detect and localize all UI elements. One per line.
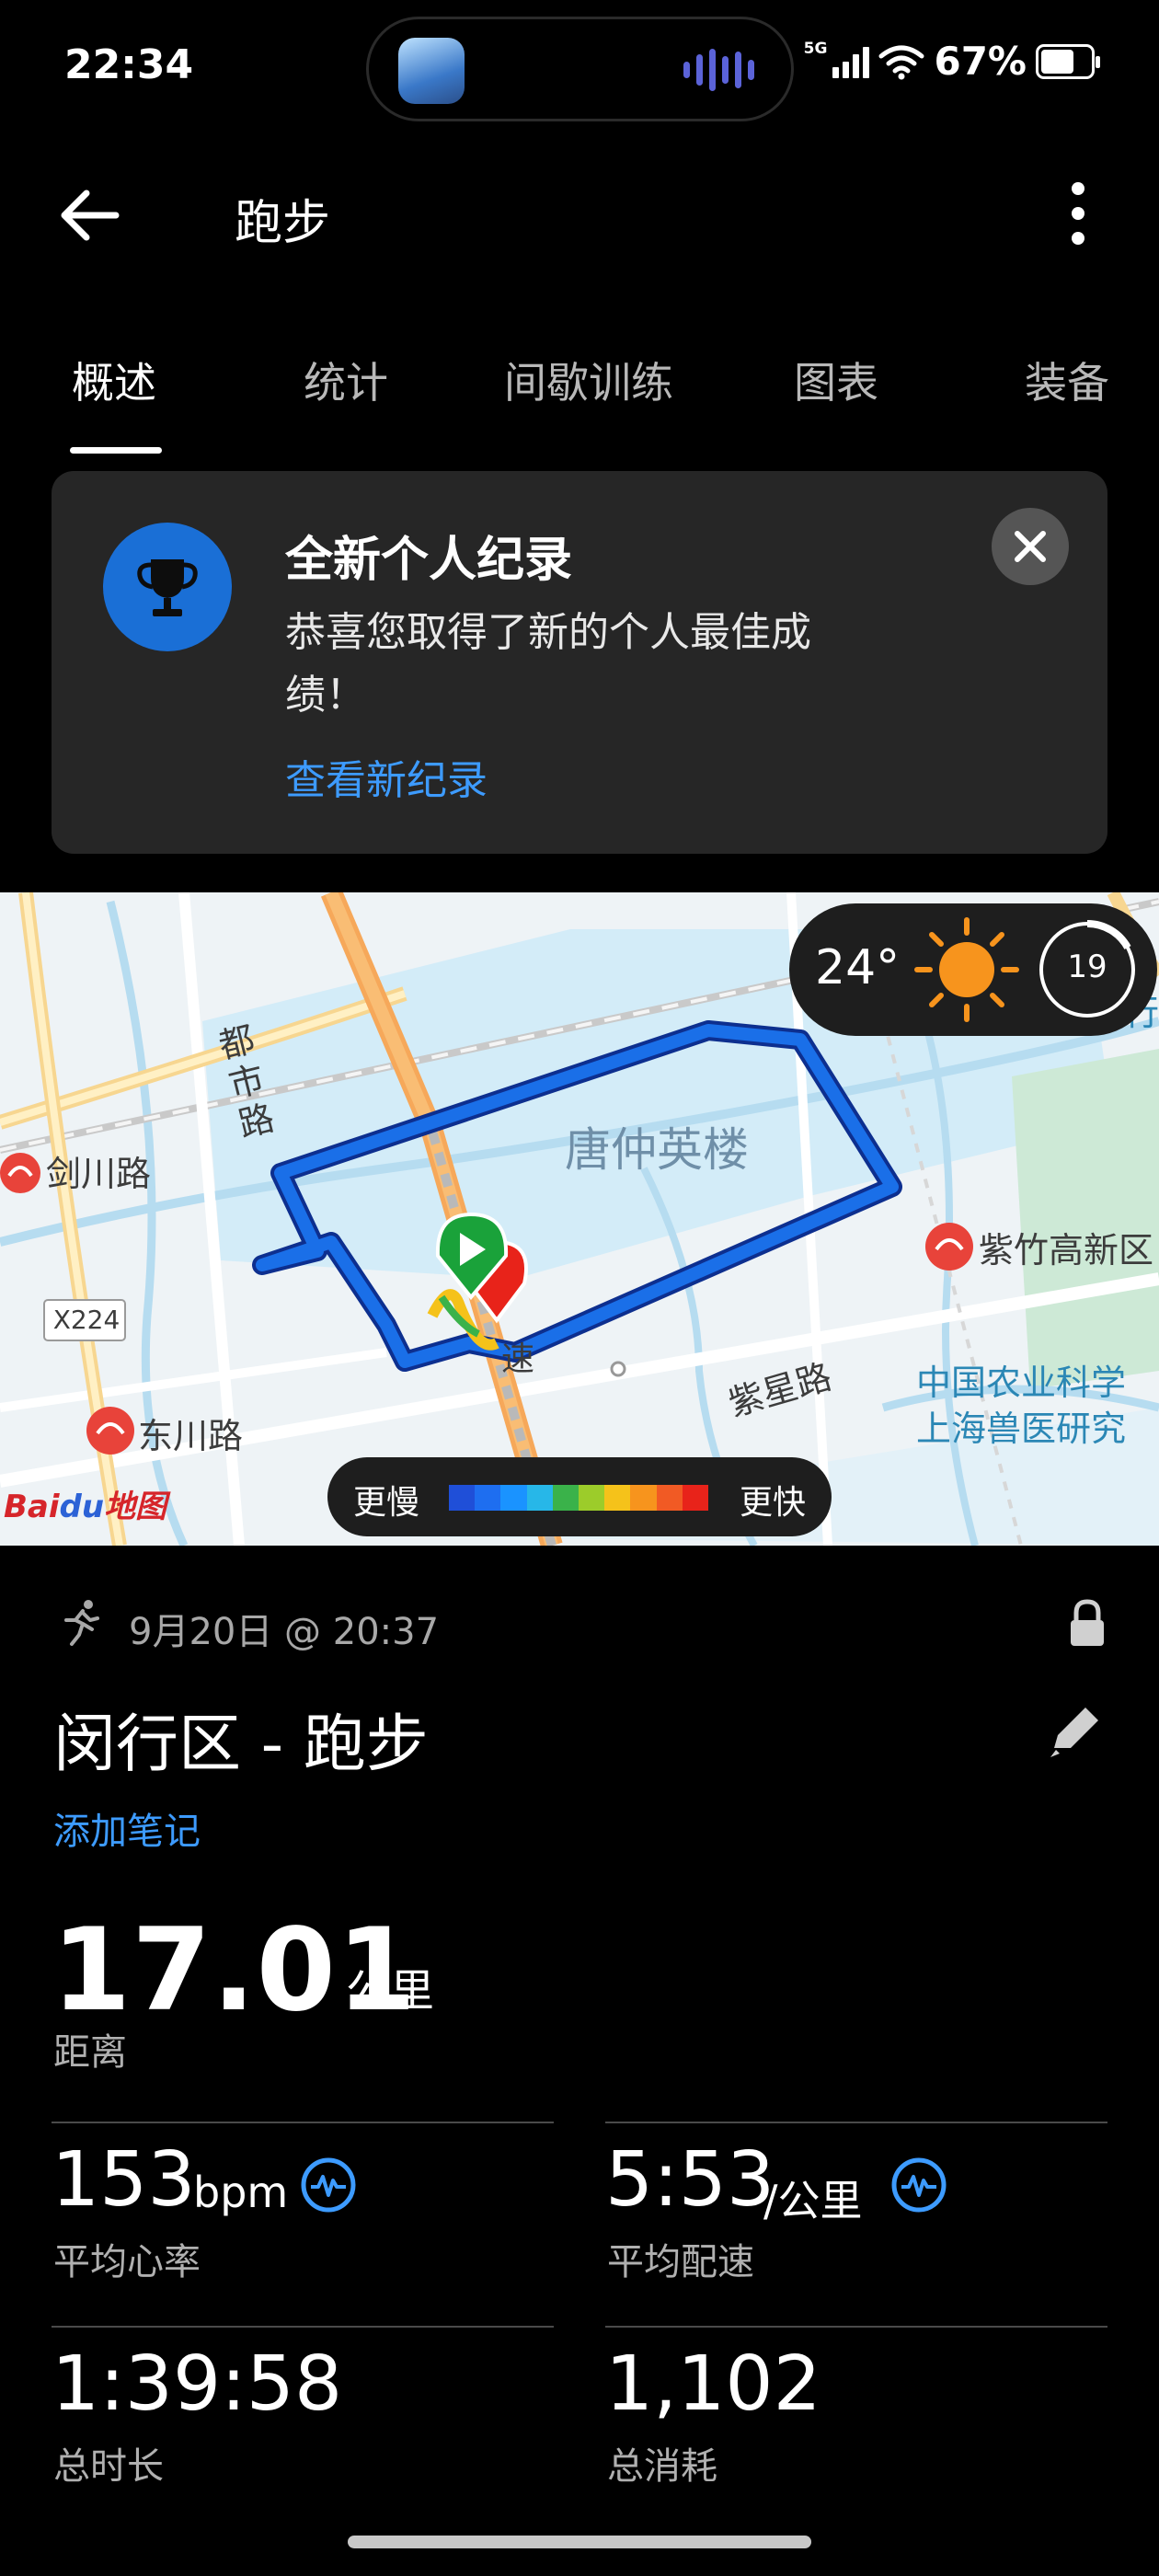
pace-color-scale (449, 1485, 709, 1511)
map-label-x224: X224 (52, 1305, 120, 1335)
avg-heart-rate-label: 平均心率 (53, 2241, 201, 2283)
edit-pencil-icon[interactable] (1041, 1700, 1106, 1765)
pace-chart-icon[interactable] (890, 2156, 947, 2214)
page-title: 跑步 (235, 196, 331, 251)
divider (52, 2122, 554, 2123)
status-indicators: 5G 67% (803, 39, 1100, 84)
tab-intervals[interactable]: 间歇训练 (504, 350, 673, 410)
uv-index-value: 19 (1067, 949, 1107, 985)
activity-title: 闵行区 - 跑步 (53, 1708, 429, 1781)
divider (605, 2122, 1107, 2123)
pace-color-swatch (656, 1485, 683, 1511)
map-label-caas-1: 中国农业科学 (916, 1363, 1127, 1403)
pace-color-swatch (449, 1485, 476, 1511)
map-label-expressway: 速 (501, 1340, 535, 1378)
personal-record-card: 全新个人纪录 恭喜您取得了新的个人最佳成绩！ 查看新纪录 (52, 471, 1107, 854)
back-arrow-icon[interactable] (55, 178, 129, 252)
lock-icon[interactable] (1061, 1596, 1113, 1651)
divider (605, 2326, 1107, 2328)
map-label-dongchuan-road: 东川路 (138, 1416, 244, 1456)
status-bar: 22:34 5G 67% (0, 0, 1159, 138)
pace-color-swatch (500, 1485, 527, 1511)
audio-wave-icon (683, 47, 754, 93)
activity-meta: 9月20日 @ 20:37 (55, 1596, 1113, 1653)
avg-pace-unit: /公里 (763, 2176, 863, 2225)
total-duration-value: 1:39:58 (52, 2340, 343, 2428)
avg-heart-rate-unit: bpm (193, 2168, 289, 2217)
tab-gear[interactable]: 装备 (1025, 350, 1109, 410)
status-time: 22:34 (64, 41, 194, 88)
total-calories-label: 总消耗 (607, 2445, 717, 2488)
dynamic-island[interactable] (366, 17, 794, 121)
more-options-icon[interactable] (1061, 177, 1095, 250)
app-header: 跑步 (0, 156, 1159, 267)
tab-statistics[interactable]: 统计 (304, 350, 388, 410)
pace-color-swatch (630, 1485, 657, 1511)
weather-temperature: 24° (815, 940, 901, 995)
divider (52, 2326, 554, 2328)
activity-detail-screen: 22:34 5G 67% 跑步 概述 统计 间歇训练 图表 装备 全新个人纪录 … (0, 0, 1159, 2576)
map-label-jianchuan-road: 剑川路 (46, 1154, 152, 1194)
pace-color-swatch (475, 1485, 501, 1511)
legend-fast-label: 更快 (739, 1484, 806, 1522)
pace-color-swatch (682, 1485, 709, 1511)
battery-percent: 67% (934, 39, 1027, 84)
heart-rate-icon[interactable] (300, 2156, 357, 2214)
total-calories-value: 1,102 (605, 2340, 821, 2428)
home-indicator[interactable] (348, 2536, 811, 2548)
pace-color-swatch (552, 1485, 580, 1511)
battery-level (1041, 49, 1073, 74)
island-app-icon (398, 38, 465, 104)
pace-color-swatch (604, 1485, 631, 1511)
record-title: 全新个人纪录 (285, 533, 573, 588)
pace-color-swatch (579, 1485, 605, 1511)
weather-badge: 24° 19 (789, 903, 1157, 1036)
add-note-link[interactable]: 添加笔记 (53, 1801, 201, 1855)
legend-slow-label: 更慢 (353, 1484, 420, 1522)
trophy-icon (103, 523, 232, 651)
network-type: 5G (803, 39, 828, 58)
pace-legend: 更慢 更快 (327, 1457, 832, 1536)
battery-icon (1036, 43, 1100, 79)
tab-overview[interactable]: 概述 (72, 350, 156, 410)
avg-pace-label: 平均配速 (607, 2241, 754, 2283)
cellular-signal-icon (832, 45, 870, 78)
map-label-caas-2: 上海兽医研究 (916, 1409, 1127, 1449)
map-label-building: 唐仲英楼 (565, 1123, 749, 1177)
pace-color-swatch (526, 1485, 553, 1511)
sun-icon (914, 917, 1019, 1022)
view-record-link[interactable]: 查看新纪录 (285, 747, 488, 806)
distance-label: 距离 (53, 2031, 127, 2074)
runner-icon (64, 1600, 99, 1646)
wifi-icon (878, 45, 924, 79)
total-duration-label: 总时长 (53, 2445, 164, 2488)
map-label-zizhu: 紫竹高新区 (979, 1230, 1154, 1271)
close-icon[interactable] (992, 508, 1069, 585)
route-map[interactable]: 都市路 剑川路 X224 东川路 唐仲英楼 紫竹高新区 紫星路 中国农业科学 上… (0, 892, 1159, 1546)
distance-unit: 公里 (346, 1965, 435, 2017)
avg-pace-value: 5:53 (605, 2136, 775, 2224)
tab-charts[interactable]: 图表 (794, 350, 878, 410)
baidu-map-logo: Baidu地图 (4, 1489, 167, 1525)
active-tab-indicator (70, 447, 162, 454)
activity-datetime: 9月20日 @ 20:37 (129, 1611, 440, 1653)
tab-bar: 概述 统计 间歇训练 图表 装备 (0, 350, 1159, 460)
uv-index-icon: 19 (1036, 918, 1139, 1021)
record-message: 恭喜您取得了新的个人最佳成绩！ (285, 609, 811, 719)
avg-heart-rate-value: 153 (52, 2136, 196, 2224)
